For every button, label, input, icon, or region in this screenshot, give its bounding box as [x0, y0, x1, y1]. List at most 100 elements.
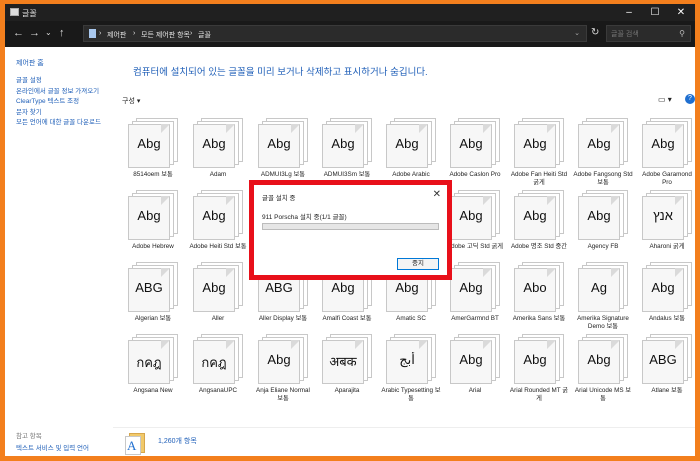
- font-sample: Abg: [395, 136, 419, 151]
- font-item[interactable]: أبج Arabic Typesetting 보통: [381, 334, 441, 414]
- font-sample: กคฎ: [136, 355, 162, 370]
- font-sample: Abg: [523, 352, 547, 367]
- font-sample: Abg: [202, 208, 226, 223]
- breadcrumb-all-items[interactable]: 모든 제어판 항목: [141, 30, 190, 40]
- font-sample: Abg: [267, 352, 291, 367]
- font-name: Amalfi Coast 보통: [322, 315, 372, 322]
- font-sample: Abg: [459, 208, 483, 223]
- font-item[interactable]: Abg AmerGarmnd BT: [445, 262, 505, 342]
- font-file-icon: Abg: [193, 262, 243, 312]
- font-item[interactable]: Abg Agency FB: [573, 190, 633, 270]
- font-file-icon: אנץ: [642, 190, 692, 240]
- sidebar-item-font-settings[interactable]: 글꼴 설정: [16, 77, 108, 85]
- address-dropdown-icon[interactable]: ⌄: [574, 29, 580, 37]
- sidebar-item-find-character[interactable]: 문자 찾기: [16, 109, 108, 117]
- font-sample: Abg: [651, 136, 675, 151]
- font-item[interactable]: Ag Amerika Signature Demo 보통: [573, 262, 633, 342]
- font-item[interactable]: Abg 8514oem 보통: [123, 118, 183, 198]
- font-file-icon: Abg: [642, 118, 692, 168]
- refresh-icon[interactable]: ↻: [591, 27, 599, 38]
- font-item[interactable]: Abg Arial Rounded MT 굵게: [509, 334, 569, 414]
- font-item[interactable]: אנץ Aharoni 굵게: [637, 190, 695, 270]
- font-file-icon: Abg: [322, 118, 372, 168]
- see-also-text-services-link[interactable]: 텍스트 서비스 및 입력 언어: [16, 442, 89, 452]
- font-sample: अबक: [329, 354, 357, 369]
- font-item[interactable]: Abg Adobe Caslon Pro: [445, 118, 505, 198]
- font-file-icon: Abg: [386, 118, 436, 168]
- search-input[interactable]: [611, 28, 677, 40]
- search-icon: ⚲: [679, 29, 685, 38]
- font-sample: Abg: [202, 136, 226, 151]
- sidebar-item-get-font-info[interactable]: 온라인에서 글꼴 정보 가져오기: [16, 88, 108, 96]
- font-name: Adobe Heiti Std 보통: [189, 243, 247, 250]
- font-item[interactable]: Abg Adobe Fangsong Std 보통: [573, 118, 633, 198]
- back-arrow-icon[interactable]: ←: [13, 26, 24, 40]
- breadcrumb-control-panel[interactable]: 제어판: [107, 30, 126, 40]
- minimize-button[interactable]: –: [617, 4, 641, 21]
- font-file-icon: Abg: [258, 334, 308, 384]
- font-item[interactable]: Abg Andalus 보통: [637, 262, 695, 342]
- font-name: Adobe Fangsong Std 보통: [573, 171, 633, 186]
- view-options-icon[interactable]: ▭ ▾: [658, 95, 672, 104]
- font-item[interactable]: Abg Arial: [445, 334, 505, 414]
- font-file-icon: Abg: [128, 190, 178, 240]
- font-item[interactable]: Abg Adobe 명조 Std 중간: [509, 190, 569, 270]
- breadcrumb-fonts[interactable]: 글꼴: [198, 30, 211, 40]
- font-name: Adobe 명조 Std 중간: [510, 243, 568, 250]
- recent-dropdown-icon[interactable]: ⌄: [45, 26, 52, 40]
- sidebar: 제어판 홈 글꼴 설정 온라인에서 글꼴 정보 가져오기 ClearType 텍…: [5, 47, 113, 456]
- font-item[interactable]: Abg Adobe Fan Heiti Std 굵게: [509, 118, 569, 198]
- control-panel-icon: [89, 29, 96, 38]
- font-item[interactable]: अबक Aparajita: [317, 334, 377, 414]
- organize-button[interactable]: 구성 ▾: [122, 96, 140, 106]
- close-window-button[interactable]: ✕: [669, 4, 693, 21]
- control-panel-home-link[interactable]: 제어판 홈: [16, 58, 44, 68]
- font-file-icon: Abg: [578, 334, 628, 384]
- font-sample: أبج: [399, 352, 415, 367]
- font-file-icon: Abg: [514, 334, 564, 384]
- help-icon[interactable]: ?: [685, 94, 695, 104]
- address-bar[interactable]: › 제어판 › 모든 제어판 항목 › 글꼴 ⌄: [83, 25, 587, 42]
- font-item[interactable]: กคฎ AngsanaUPC: [188, 334, 248, 414]
- font-item[interactable]: กคฎ Angsana New: [123, 334, 183, 414]
- forward-arrow-icon[interactable]: →: [29, 26, 40, 40]
- page-title: 컴퓨터에 설치되어 있는 글꼴을 미리 보거나 삭제하고 표시하거나 숨깁니다.: [133, 67, 428, 78]
- font-sample: ABG: [649, 352, 677, 367]
- see-also-heading: 참고 항목: [16, 433, 42, 440]
- font-file-icon: Abg: [450, 262, 500, 312]
- font-file-icon: Abg: [258, 118, 308, 168]
- font-name: Aller: [211, 315, 225, 322]
- window-title: 글꼴: [22, 9, 37, 18]
- font-name: Arabic Typesetting 보통: [381, 387, 441, 402]
- font-file-icon: Abg: [193, 190, 243, 240]
- font-name: 8514oem 보통: [133, 171, 173, 178]
- font-sample: Abg: [137, 136, 161, 151]
- font-item[interactable]: Abg Adobe Hebrew: [123, 190, 183, 270]
- maximize-button[interactable]: ☐: [643, 4, 667, 21]
- font-item[interactable]: Abg Arial Unicode MS 보통: [573, 334, 633, 414]
- font-name: Amatic SC: [396, 315, 426, 322]
- font-sample: Abo: [523, 280, 547, 295]
- font-item[interactable]: Abg Adobe 고딕 Std 굵게: [445, 190, 505, 270]
- up-arrow-icon[interactable]: ↑: [59, 26, 65, 40]
- sidebar-item-download-fonts[interactable]: 모든 언어에 대한 글꼴 다운로드: [16, 119, 108, 127]
- font-name: Aller Display 보통: [258, 315, 308, 322]
- breadcrumb-separator: ›: [99, 30, 102, 37]
- search-box[interactable]: ⚲: [606, 25, 691, 42]
- font-item[interactable]: Abg Anja Eliane Normal 보통: [253, 334, 313, 414]
- font-file-icon: ABG: [128, 262, 178, 312]
- font-name: Adobe Arabic: [392, 171, 430, 178]
- font-item[interactable]: ABG Algerian 보통: [123, 262, 183, 342]
- font-item[interactable]: Abg Adobe Garamond Pro: [637, 118, 695, 198]
- font-item[interactable]: Abg Aller: [188, 262, 248, 342]
- font-name: Agency FB: [587, 243, 619, 250]
- font-item[interactable]: Abg Adam: [188, 118, 248, 198]
- font-item[interactable]: ABG Atlane 보통: [637, 334, 695, 414]
- font-file-icon: أبج: [386, 334, 436, 384]
- font-sample: Abg: [459, 280, 483, 295]
- sidebar-item-cleartype[interactable]: ClearType 텍스트 조정: [16, 98, 108, 106]
- font-name: AmerGarmnd BT: [451, 315, 499, 322]
- font-item[interactable]: Abg Adobe Heiti Std 보통: [188, 190, 248, 270]
- font-name: Andalus 보통: [648, 315, 686, 322]
- font-item[interactable]: Abo Amerika Sans 보통: [509, 262, 569, 342]
